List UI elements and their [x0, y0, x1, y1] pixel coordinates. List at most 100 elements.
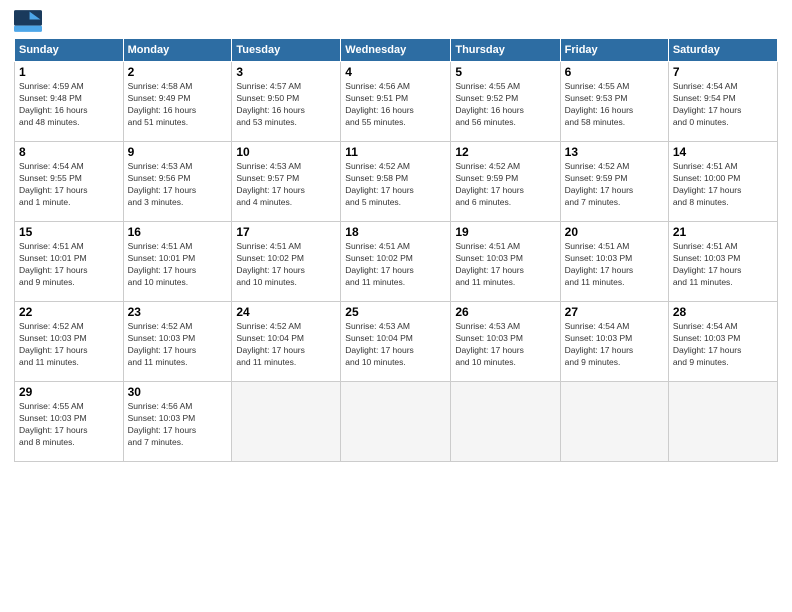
day-info: Sunrise: 4:54 AM Sunset: 9:55 PM Dayligh…	[19, 161, 119, 209]
day-cell: 23 Sunrise: 4:52 AM Sunset: 10:03 PM Dayl…	[123, 302, 232, 382]
day-info: Sunrise: 4:54 AM Sunset: 10:03 PM Daylig…	[565, 321, 664, 369]
logo	[14, 10, 44, 32]
day-info: Sunrise: 4:53 AM Sunset: 9:57 PM Dayligh…	[236, 161, 336, 209]
weekday-header-friday: Friday	[560, 39, 668, 62]
day-number: 1	[19, 65, 119, 79]
day-info: Sunrise: 4:56 AM Sunset: 10:03 PM Daylig…	[128, 401, 228, 449]
week-row-2: 8 Sunrise: 4:54 AM Sunset: 9:55 PM Daylig…	[15, 142, 778, 222]
page-container: SundayMondayTuesdayWednesdayThursdayFrid…	[0, 0, 792, 612]
day-cell: 2Sunrise: 4:58 AM Sunset: 9:49 PM Daylig…	[123, 62, 232, 142]
day-number: 13	[565, 145, 664, 159]
day-number: 30	[128, 385, 228, 399]
day-info: Sunrise: 4:52 AM Sunset: 9:58 PM Dayligh…	[345, 161, 446, 209]
day-number: 25	[345, 305, 446, 319]
day-cell: 22 Sunrise: 4:52 AM Sunset: 10:03 PM Dayl…	[15, 302, 124, 382]
day-cell: 24 Sunrise: 4:52 AM Sunset: 10:04 PM Dayl…	[232, 302, 341, 382]
day-info: Sunrise: 4:52 AM Sunset: 10:04 PM Daylig…	[236, 321, 336, 369]
day-cell: 3Sunrise: 4:57 AM Sunset: 9:50 PM Daylig…	[232, 62, 341, 142]
week-row-1: 1 Sunrise: 4:59 AM Sunset: 9:48 PM Daylig…	[15, 62, 778, 142]
day-cell	[451, 382, 560, 462]
weekday-header-thursday: Thursday	[451, 39, 560, 62]
day-number: 10	[236, 145, 336, 159]
day-cell: 11 Sunrise: 4:52 AM Sunset: 9:58 PM Dayli…	[341, 142, 451, 222]
day-number: 24	[236, 305, 336, 319]
day-cell: 8 Sunrise: 4:54 AM Sunset: 9:55 PM Daylig…	[15, 142, 124, 222]
day-cell: 15 Sunrise: 4:51 AM Sunset: 10:01 PM Dayl…	[15, 222, 124, 302]
day-cell: 1 Sunrise: 4:59 AM Sunset: 9:48 PM Daylig…	[15, 62, 124, 142]
day-cell: 5 Sunrise: 4:55 AM Sunset: 9:52 PM Daylig…	[451, 62, 560, 142]
day-cell: 30 Sunrise: 4:56 AM Sunset: 10:03 PM Dayl…	[123, 382, 232, 462]
day-number: 14	[673, 145, 773, 159]
day-cell: 6Sunrise: 4:55 AM Sunset: 9:53 PM Daylig…	[560, 62, 668, 142]
day-cell: 14Sunrise: 4:51 AM Sunset: 10:00 PM Dayl…	[668, 142, 777, 222]
day-number: 17	[236, 225, 336, 239]
day-cell: 16Sunrise: 4:51 AM Sunset: 10:01 PM Dayl…	[123, 222, 232, 302]
day-cell: 12Sunrise: 4:52 AM Sunset: 9:59 PM Dayli…	[451, 142, 560, 222]
weekday-header-tuesday: Tuesday	[232, 39, 341, 62]
day-info: Sunrise: 4:52 AM Sunset: 10:03 PM Daylig…	[128, 321, 228, 369]
day-number: 26	[455, 305, 555, 319]
day-number: 7	[673, 65, 773, 79]
day-info: Sunrise: 4:55 AM Sunset: 9:52 PM Dayligh…	[455, 81, 555, 129]
day-info: Sunrise: 4:52 AM Sunset: 9:59 PM Dayligh…	[455, 161, 555, 209]
day-number: 11	[345, 145, 446, 159]
day-number: 2	[128, 65, 228, 79]
day-cell: 13 Sunrise: 4:52 AM Sunset: 9:59 PM Dayli…	[560, 142, 668, 222]
week-row-5: 29 Sunrise: 4:55 AM Sunset: 10:03 PM Dayl…	[15, 382, 778, 462]
day-cell	[560, 382, 668, 462]
weekday-header-sunday: Sunday	[15, 39, 124, 62]
day-number: 18	[345, 225, 446, 239]
day-info: Sunrise: 4:51 AM Sunset: 10:03 PM Daylig…	[455, 241, 555, 289]
day-info: Sunrise: 4:51 AM Sunset: 10:02 PM Daylig…	[345, 241, 446, 289]
day-info: Sunrise: 4:53 AM Sunset: 10:04 PM Daylig…	[345, 321, 446, 369]
day-number: 8	[19, 145, 119, 159]
day-info: Sunrise: 4:52 AM Sunset: 10:03 PM Daylig…	[19, 321, 119, 369]
day-info: Sunrise: 4:54 AM Sunset: 9:54 PM Dayligh…	[673, 81, 773, 129]
day-info: Sunrise: 4:51 AM Sunset: 10:03 PM Daylig…	[673, 241, 773, 289]
day-info: Sunrise: 4:51 AM Sunset: 10:03 PM Daylig…	[565, 241, 664, 289]
day-info: Sunrise: 4:51 AM Sunset: 10:02 PM Daylig…	[236, 241, 336, 289]
day-cell: 26 Sunrise: 4:53 AM Sunset: 10:03 PM Dayl…	[451, 302, 560, 382]
day-info: Sunrise: 4:54 AM Sunset: 10:03 PM Daylig…	[673, 321, 773, 369]
week-row-3: 15 Sunrise: 4:51 AM Sunset: 10:01 PM Dayl…	[15, 222, 778, 302]
calendar-table: SundayMondayTuesdayWednesdayThursdayFrid…	[14, 38, 778, 462]
day-cell: 10 Sunrise: 4:53 AM Sunset: 9:57 PM Dayli…	[232, 142, 341, 222]
day-number: 16	[128, 225, 228, 239]
day-info: Sunrise: 4:59 AM Sunset: 9:48 PM Dayligh…	[19, 81, 119, 129]
day-cell: 7 Sunrise: 4:54 AM Sunset: 9:54 PM Daylig…	[668, 62, 777, 142]
day-number: 27	[565, 305, 664, 319]
day-number: 23	[128, 305, 228, 319]
day-info: Sunrise: 4:57 AM Sunset: 9:50 PM Dayligh…	[236, 81, 336, 129]
day-cell: 18 Sunrise: 4:51 AM Sunset: 10:02 PM Dayl…	[341, 222, 451, 302]
day-number: 5	[455, 65, 555, 79]
day-cell: 28 Sunrise: 4:54 AM Sunset: 10:03 PM Dayl…	[668, 302, 777, 382]
day-cell: 9 Sunrise: 4:53 AM Sunset: 9:56 PM Daylig…	[123, 142, 232, 222]
week-row-4: 22 Sunrise: 4:52 AM Sunset: 10:03 PM Dayl…	[15, 302, 778, 382]
day-number: 6	[565, 65, 664, 79]
day-cell: 27 Sunrise: 4:54 AM Sunset: 10:03 PM Dayl…	[560, 302, 668, 382]
day-number: 21	[673, 225, 773, 239]
day-info: Sunrise: 4:52 AM Sunset: 9:59 PM Dayligh…	[565, 161, 664, 209]
day-number: 9	[128, 145, 228, 159]
day-cell: 29 Sunrise: 4:55 AM Sunset: 10:03 PM Dayl…	[15, 382, 124, 462]
page-header	[14, 10, 778, 32]
day-info: Sunrise: 4:55 AM Sunset: 10:03 PM Daylig…	[19, 401, 119, 449]
day-number: 19	[455, 225, 555, 239]
day-cell	[232, 382, 341, 462]
day-cell: 19 Sunrise: 4:51 AM Sunset: 10:03 PM Dayl…	[451, 222, 560, 302]
day-info: Sunrise: 4:51 AM Sunset: 10:01 PM Daylig…	[19, 241, 119, 289]
day-number: 22	[19, 305, 119, 319]
day-number: 20	[565, 225, 664, 239]
day-number: 28	[673, 305, 773, 319]
day-info: Sunrise: 4:56 AM Sunset: 9:51 PM Dayligh…	[345, 81, 446, 129]
day-number: 15	[19, 225, 119, 239]
day-info: Sunrise: 4:53 AM Sunset: 9:56 PM Dayligh…	[128, 161, 228, 209]
day-cell	[341, 382, 451, 462]
day-number: 4	[345, 65, 446, 79]
day-cell: 17 Sunrise: 4:51 AM Sunset: 10:02 PM Dayl…	[232, 222, 341, 302]
day-info: Sunrise: 4:53 AM Sunset: 10:03 PM Daylig…	[455, 321, 555, 369]
day-cell	[668, 382, 777, 462]
day-number: 29	[19, 385, 119, 399]
weekday-header-wednesday: Wednesday	[341, 39, 451, 62]
day-cell: 25 Sunrise: 4:53 AM Sunset: 10:04 PM Dayl…	[341, 302, 451, 382]
